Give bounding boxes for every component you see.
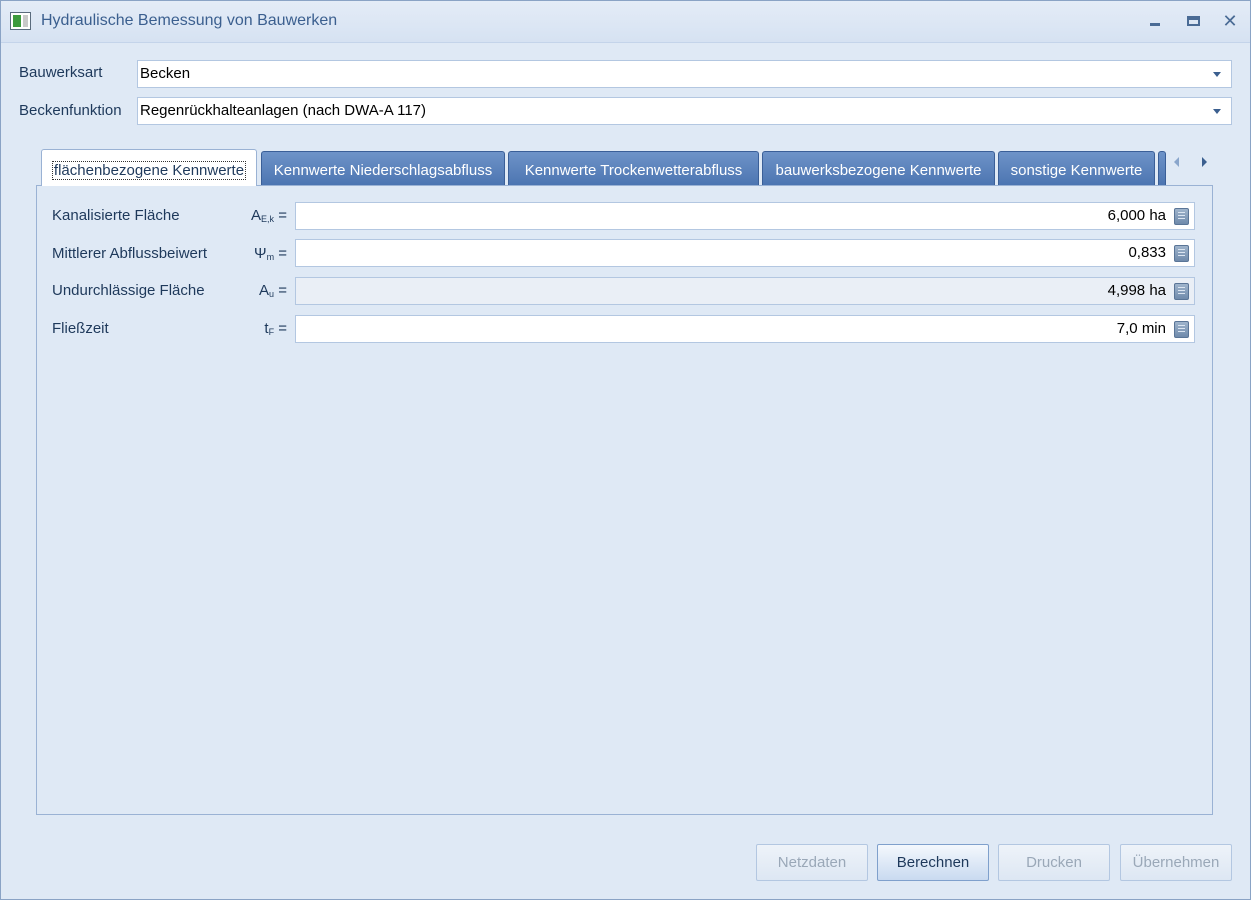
fliesszeit-input[interactable]: 7,0 min xyxy=(295,315,1195,343)
tab-sonstige-kennwerte[interactable]: sonstige Kennwerte xyxy=(998,151,1155,185)
calculator-icon[interactable] xyxy=(1174,321,1189,338)
chevron-down-icon[interactable] xyxy=(1213,72,1221,77)
app-icon xyxy=(10,12,31,30)
close-button[interactable]: ✕ xyxy=(1216,9,1244,33)
value-text: 7,0 min xyxy=(1116,320,1166,337)
tab-scroll-left-button[interactable] xyxy=(1169,155,1183,169)
maximize-button[interactable] xyxy=(1179,9,1207,33)
uebernehmen-button[interactable]: Übernehmen xyxy=(1120,844,1232,881)
tab-label: flächenbezogene Kennwerte xyxy=(51,160,247,180)
tab-kennwerte-trockenwetterabfluss[interactable]: Kennwerte Trockenwetterabfluss xyxy=(508,151,759,185)
drucken-button[interactable]: Drucken xyxy=(998,844,1110,881)
tab-label: bauwerksbezogene Kennwerte xyxy=(775,162,982,179)
dialog-window: Hydraulische Bemessung von Bauwerken ✕ B… xyxy=(0,0,1251,900)
row-label-kanalisierte-flaeche: Kanalisierte Fläche xyxy=(52,207,180,224)
row-symbol: AE,k = xyxy=(251,207,287,224)
chevron-down-icon[interactable] xyxy=(1213,109,1221,114)
tab-bauwerksbezogene-kennwerte[interactable]: bauwerksbezogene Kennwerte xyxy=(762,151,995,185)
tab-kennwerte-niederschlagsabfluss[interactable]: Kennwerte Niederschlagsabfluss xyxy=(261,151,505,185)
beckenfunktion-label: Beckenfunktion xyxy=(19,102,122,119)
row-label-fliesszeit: Fließzeit xyxy=(52,320,109,337)
row-symbol: Au = xyxy=(259,282,287,299)
close-icon: ✕ xyxy=(1222,11,1238,31)
minimize-button[interactable] xyxy=(1141,9,1169,33)
value-text: 4,998 ha xyxy=(1107,282,1166,299)
netzdaten-button[interactable]: Netzdaten xyxy=(756,844,868,881)
bauwerksart-select[interactable]: Becken xyxy=(137,60,1232,88)
mittlerer-abflussbeiwert-input[interactable]: 0,833 xyxy=(295,239,1195,267)
tab-clipped[interactable] xyxy=(1158,151,1166,185)
maximize-icon xyxy=(1186,16,1200,26)
bauwerksart-value: Becken xyxy=(140,65,191,82)
beckenfunktion-value: Regenrückhalteanlagen (nach DWA-A 117) xyxy=(140,102,426,119)
row-symbol: Ψm = xyxy=(254,245,287,262)
chevron-right-icon xyxy=(1201,157,1207,167)
calculator-icon[interactable] xyxy=(1174,283,1189,300)
calculator-icon[interactable] xyxy=(1174,208,1189,225)
minimize-icon xyxy=(1150,22,1160,26)
row-symbol: tF = xyxy=(264,320,287,337)
chevron-left-icon xyxy=(1173,157,1179,167)
title-bar: Hydraulische Bemessung von Bauwerken ✕ xyxy=(1,1,1250,43)
value-text: 0,833 xyxy=(1128,244,1166,261)
calculator-icon[interactable] xyxy=(1174,245,1189,262)
tab-label: Kennwerte Trockenwetterabfluss xyxy=(524,162,743,179)
undurchlaessige-flaeche-field: 4,998 ha xyxy=(295,277,1195,305)
tab-label: sonstige Kennwerte xyxy=(1010,162,1143,179)
value-text: 6,000 ha xyxy=(1107,207,1166,224)
berechnen-button[interactable]: Berechnen xyxy=(877,844,989,881)
beckenfunktion-select[interactable]: Regenrückhalteanlagen (nach DWA-A 117) xyxy=(137,97,1232,125)
bauwerksart-label: Bauwerksart xyxy=(19,64,103,81)
tab-scroll-right-button[interactable] xyxy=(1197,155,1211,169)
tab-flaechenbezogene-kennwerte[interactable]: flächenbezogene Kennwerte xyxy=(41,149,257,186)
tab-label: Kennwerte Niederschlagsabfluss xyxy=(273,162,493,179)
window-title: Hydraulische Bemessung von Bauwerken xyxy=(41,12,338,29)
kanalisierte-flaeche-input[interactable]: 6,000 ha xyxy=(295,202,1195,230)
